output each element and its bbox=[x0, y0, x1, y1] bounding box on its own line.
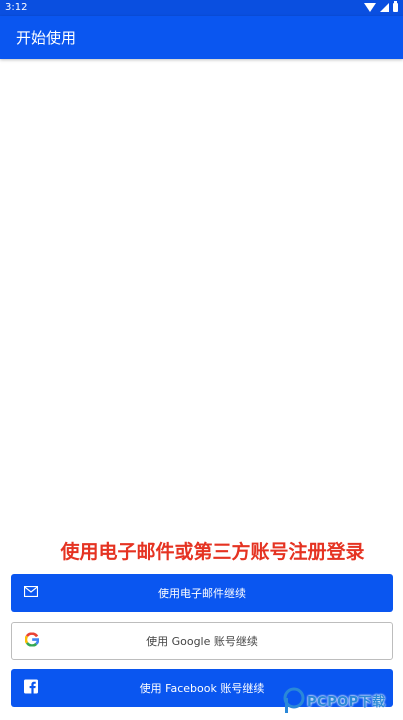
status-icons bbox=[364, 1, 398, 12]
facebook-button-label: 使用 Facebook 账号继续 bbox=[139, 682, 265, 695]
promo-caption: 使用电子邮件或第三方账号注册登录 bbox=[60, 541, 365, 563]
wifi-icon bbox=[364, 3, 376, 12]
mail-icon bbox=[23, 585, 39, 600]
signal-icon bbox=[380, 3, 389, 12]
page-title: 开始使用 bbox=[16, 29, 77, 47]
app-bar: 开始使用 bbox=[0, 16, 403, 59]
status-bar: 3:12 bbox=[0, 0, 403, 16]
continue-with-google-button[interactable]: 使用 Google 账号继续 bbox=[11, 622, 393, 660]
google-button-label: 使用 Google 账号继续 bbox=[146, 635, 258, 648]
facebook-icon bbox=[24, 679, 38, 697]
watermark: PCPOP下载 bbox=[283, 686, 401, 716]
continue-with-email-button[interactable]: 使用电子邮件继续 bbox=[11, 574, 393, 612]
status-time: 3:12 bbox=[5, 2, 28, 13]
pcpop-logo-icon bbox=[283, 687, 305, 713]
google-icon bbox=[24, 632, 40, 650]
email-button-label: 使用电子邮件继续 bbox=[158, 587, 246, 600]
battery-icon bbox=[393, 1, 398, 12]
watermark-text: PCPOP下载 bbox=[307, 695, 386, 710]
